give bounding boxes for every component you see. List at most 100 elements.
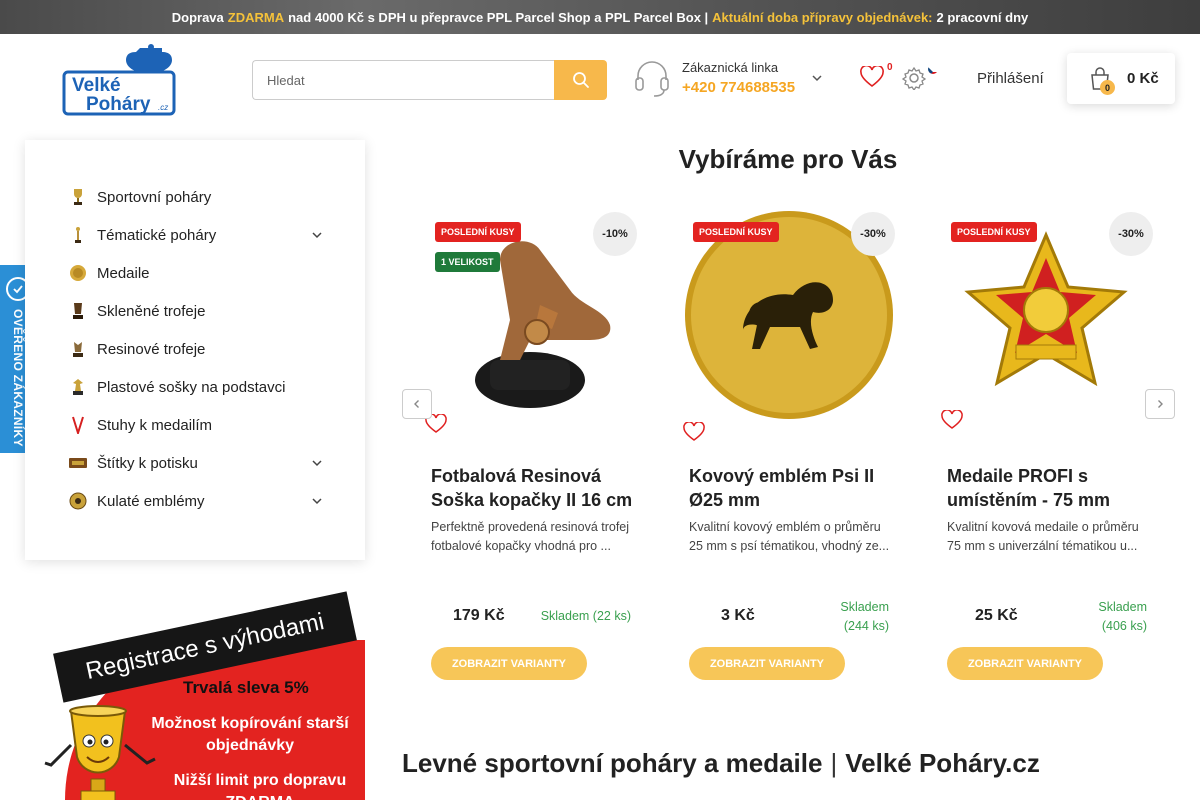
sidebar-item-label: Sportovní poháry [97,188,212,206]
heart-icon[interactable] [683,422,705,442]
sidebar-item-label: Skleněné trofeje [97,302,206,320]
carousel-next-button[interactable] [1145,389,1175,419]
sidebar-item-medaile[interactable]: Medaile [25,254,365,292]
topbar-prep-value: 2 pracovní dny [936,9,1029,25]
glass-trophy-icon [69,302,87,320]
search-bar [252,60,607,100]
statue-icon [69,378,87,396]
sidebar-item-resinove-trofeje[interactable]: Resinové trofeje [25,330,365,368]
logo-line1: Velké [72,75,121,96]
plate-icon [69,454,87,472]
promo-line1: Trvalá sleva 5% [183,678,309,697]
heart-icon[interactable] [941,410,963,430]
show-variants-button[interactable]: ZOBRAZIT VARIANTY [947,647,1103,680]
medal-icon [69,264,87,282]
verified-text: OVĚŘENO ZÁKAZNÍKY [11,309,25,447]
badge-last-pieces: POSLEDNÍ KUSY [693,222,779,242]
discount-badge: -30% [1109,212,1153,256]
product-name[interactable]: Medaile PROFI s umístěním - 75 mm [947,464,1152,512]
chevron-down-icon[interactable] [311,457,323,469]
settings-button[interactable] [901,66,927,95]
search-button[interactable] [554,60,607,100]
emblem-icon [69,492,87,510]
product-price: 25 Kč [975,607,1018,624]
seo-heading-separator: | [830,748,838,778]
chevron-down-icon[interactable] [311,229,323,241]
product-card[interactable]: POSLEDNÍ KUSY -30% Kovový emblém Psi II … [683,210,903,700]
wishlist-button[interactable]: 0 [860,62,893,93]
customer-hotline[interactable]: Zákaznická linka +420 774688535 [632,58,823,98]
site-logo[interactable]: Velké Poháry .cz [62,44,180,116]
badge-last-pieces: POSLEDNÍ KUSY [951,222,1037,242]
sidebar-item-sportovni-pohary[interactable]: Sportovní poháry [25,178,365,216]
product-price: 3 Kč [721,607,755,624]
stock-status: Skladem (406 ks) [1098,600,1147,633]
sidebar-item-label: Resinové trofeje [97,340,206,358]
sidebar-item-label: Stuhy k medailím [97,416,213,434]
seo-heading-left: Levné sportovní poháry a medaile [402,748,823,778]
wishlist-count: 0 [887,62,893,73]
product-description: Perfektně provedená resinová trofej fotb… [431,520,630,553]
hotline-phone[interactable]: +420 774688535 [682,79,795,96]
chevron-left-icon [414,400,419,408]
registration-promo-banner[interactable]: Registrace s výhodami Trvalá sleva 5% Mo… [25,590,365,800]
cart-button[interactable]: 0 0 Kč [1067,53,1175,104]
sidebar-item-label: Medaile [97,264,150,282]
cartoon-trophy-icon [44,705,156,800]
product-card[interactable]: POSLEDNÍ KUSY 1 VELIKOST -10% Fotbalová … [425,210,645,700]
seo-heading-right: Velké Poháry.cz [845,748,1040,778]
topbar-prep-label: Aktuální doba přípravy objednávek: [712,9,933,25]
topbar-text-2: nad 4000 Kč s DPH u přepravce PPL Parcel… [288,9,709,25]
chevron-down-icon[interactable] [311,495,323,507]
badge-last-pieces: POSLEDNÍ KUSY [435,222,521,242]
topbar-free-highlight: ZDARMA [227,9,285,25]
chevron-down-icon[interactable] [811,72,823,84]
figure-trophy-icon [69,226,87,244]
ribbon-icon [69,416,87,434]
sidebar-item-label: Tématické poháry [97,226,217,244]
cart-total: 0 Kč [1127,70,1159,87]
headset-icon [635,61,669,97]
sidebar-item-label: Štítky k potisku [97,454,198,472]
sidebar-item-sklenene-trofeje[interactable]: Skleněné trofeje [25,292,365,330]
badge-one-size: 1 VELIKOST [435,252,500,272]
logo-suffix: .cz [158,103,168,112]
product-price: 179 Kč [453,607,505,624]
sidebar-item-stuhy[interactable]: Stuhy k medailím [25,406,365,444]
product-description: Kvalitní kovová medaile o průměru 75 mm … [947,520,1139,553]
product-card[interactable]: POSLEDNÍ KUSY -30% Medaile PROFI s umíst… [941,210,1161,700]
sidebar-item-label: Plastové sošky na podstavci [97,378,286,396]
czech-flag-icon[interactable] [928,64,938,74]
shipping-info-bar: Doprava ZDARMA nad 4000 Kč s DPH u přepr… [0,0,1200,34]
product-description: Kvalitní kovový emblém o průměru 25 mm s… [689,520,890,553]
category-sidebar: Sportovní poháry Tématické poháry Medail… [25,140,365,560]
show-variants-button[interactable]: ZOBRAZIT VARIANTY [431,647,587,680]
gear-icon [901,66,927,92]
hotline-label: Zákaznická linka [682,60,779,75]
sidebar-item-stitky[interactable]: Štítky k potisku [25,444,365,482]
stock-status: Skladem (244 ks) [840,600,889,633]
seo-heading: Levné sportovní poháry a medaile | Velké P… [402,748,1040,779]
product-name[interactable]: Kovový emblém Psi II Ø25 mm [689,464,894,512]
heart-icon [860,64,884,88]
carousel-prev-button[interactable] [402,389,432,419]
search-input[interactable] [252,60,554,100]
login-link[interactable]: Přihlášení [977,70,1044,87]
topbar-text-1: Doprava [171,9,224,25]
sidebar-item-tematicke-pohary[interactable]: Tématické poháry [25,216,365,254]
search-icon [572,72,589,88]
promo-line3: Nižší limit pro dopravu ZDARMA [173,772,347,800]
sidebar-item-label: Kulaté emblémy [97,492,205,510]
sidebar-item-plastove-sosky[interactable]: Plastové sošky na podstavci [25,368,365,406]
promo-line2: Možnost kopírování starší objednávky [151,715,349,754]
cart-count-badge: 0 [1100,80,1115,95]
chevron-right-icon [1158,400,1163,408]
logo-line2: Poháry [86,94,151,115]
resin-trophy-icon [69,340,87,358]
discount-badge: -10% [593,212,637,256]
product-name[interactable]: Fotbalová Resinová Soška kopačky II 16 c… [431,464,636,512]
sidebar-item-kulate-emblemy[interactable]: Kulaté emblémy [25,482,365,520]
show-variants-button[interactable]: ZOBRAZIT VARIANTY [689,647,845,680]
stock-status: Skladem (22 ks) [540,609,631,623]
section-title: Vybíráme pro Vás [678,144,898,174]
